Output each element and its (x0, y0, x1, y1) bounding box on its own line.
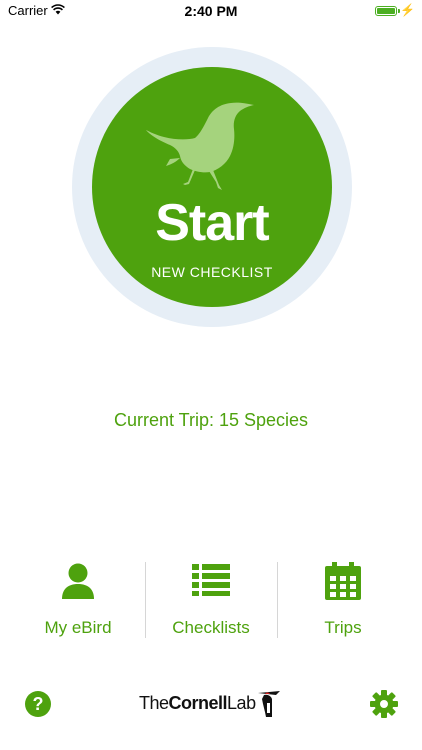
settings-gear-icon[interactable] (370, 690, 398, 718)
status-bar: Carrier 2:40 PM ⚡ (0, 0, 422, 22)
cornell-lab-logo: TheCornellLab (139, 691, 280, 723)
start-title: Start (155, 194, 269, 252)
status-time: 2:40 PM (184, 3, 238, 19)
bird-icon (146, 102, 254, 190)
calendar-icon (325, 562, 361, 600)
svg-text:?: ? (33, 694, 44, 714)
tab-my-ebird[interactable]: My eBird (12, 560, 144, 640)
battery-icon (375, 6, 397, 16)
tab-checklists[interactable]: Checklists (145, 560, 277, 640)
logo-lab: Lab (227, 693, 256, 713)
current-trip-link[interactable]: Current Trip: 15 Species (0, 410, 422, 431)
logo-the: The (139, 693, 169, 713)
charging-icon: ⚡ (400, 3, 415, 17)
person-icon (62, 563, 94, 599)
start-subtitle: NEW CHECKLIST (151, 264, 273, 280)
help-icon[interactable]: ? (24, 690, 52, 718)
start-checklist-button[interactable]: Start NEW CHECKLIST (72, 47, 352, 327)
start-circle[interactable]: Start NEW CHECKLIST (92, 67, 332, 307)
list-icon (192, 564, 230, 596)
logo-cornell: Cornell (168, 693, 228, 713)
woodpecker-icon (258, 691, 280, 717)
tab-trips[interactable]: Trips (277, 560, 409, 640)
tab-my-ebird-label: My eBird (44, 618, 112, 637)
tab-checklists-label: Checklists (172, 618, 250, 637)
tab-trips-label: Trips (324, 618, 362, 637)
